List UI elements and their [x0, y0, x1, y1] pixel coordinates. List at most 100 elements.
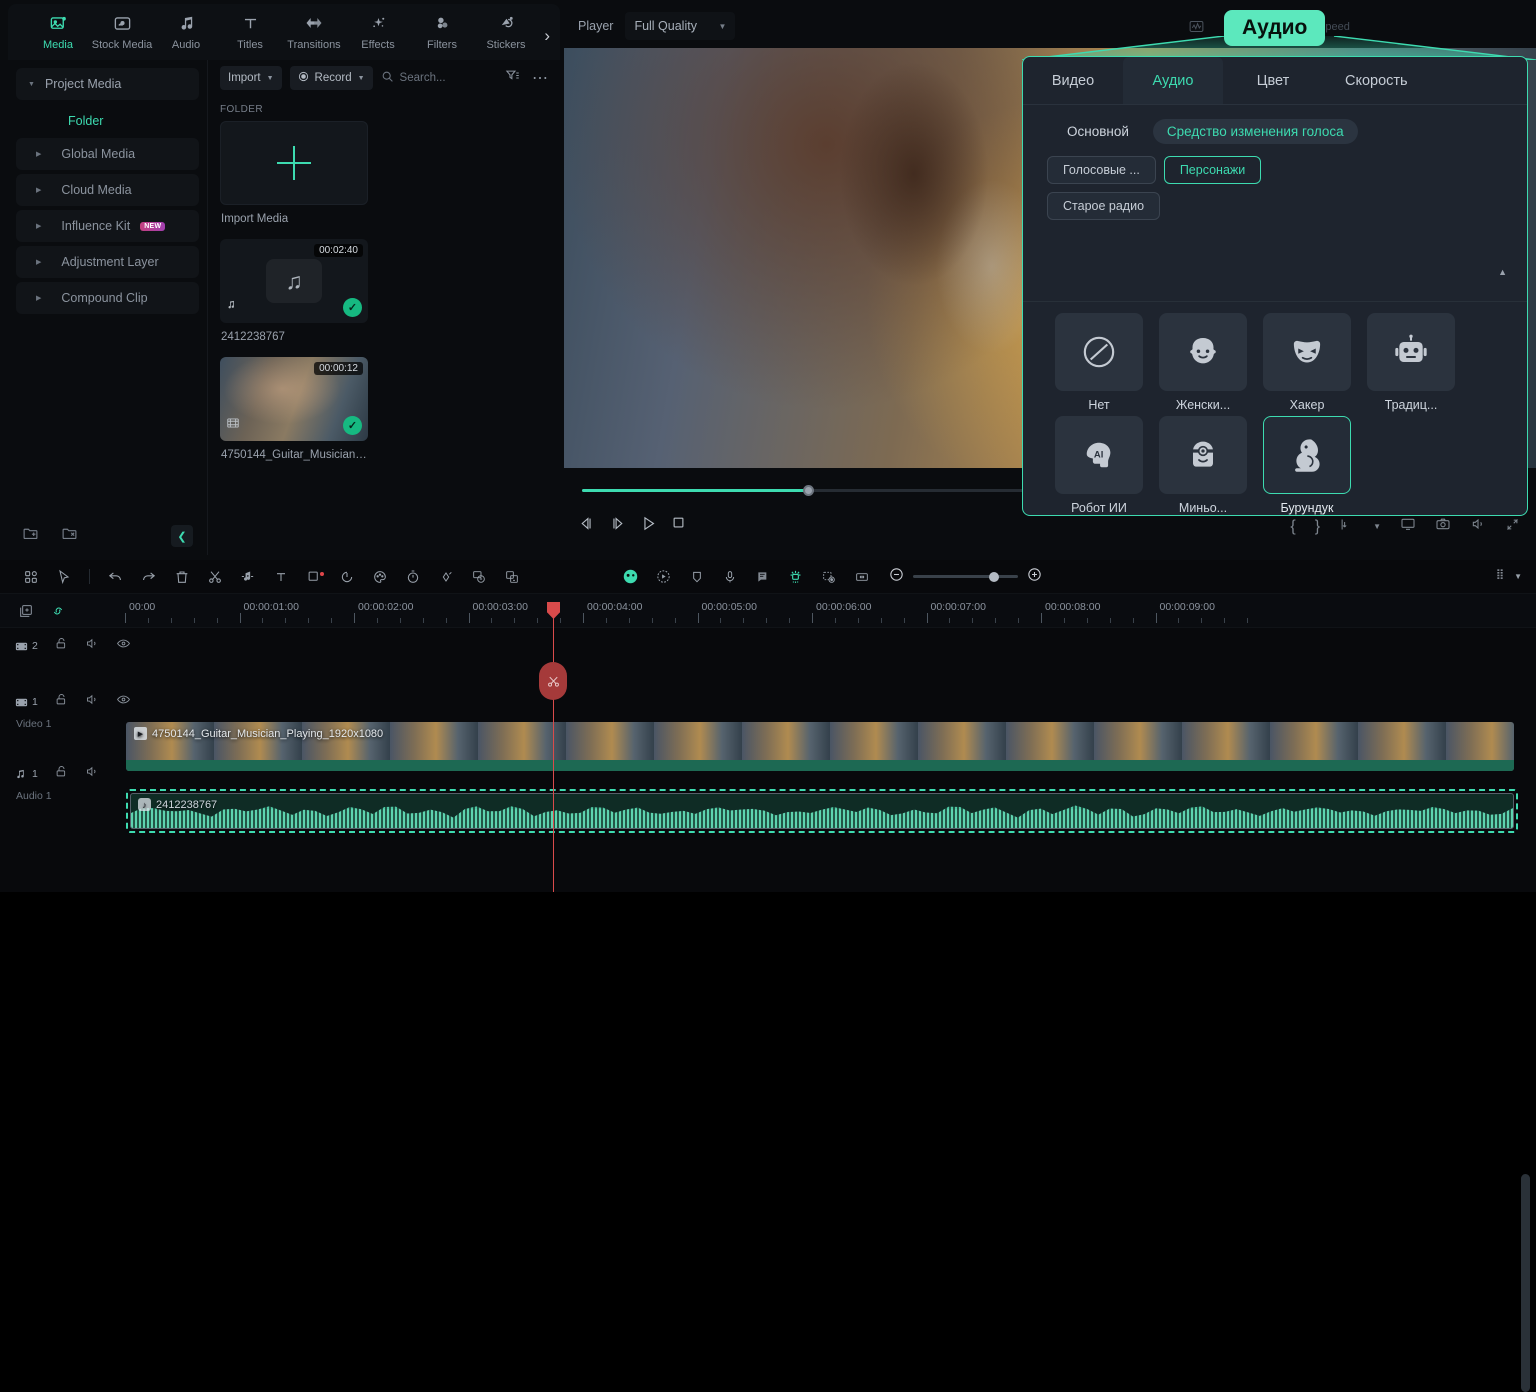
- character-minion[interactable]: Миньо...: [1151, 416, 1255, 515]
- previous-frame-icon[interactable]: [578, 515, 595, 537]
- quality-select[interactable]: Full Quality ▼: [625, 12, 735, 40]
- delete-folder-icon[interactable]: [61, 525, 78, 547]
- collapse-chevron-up-icon[interactable]: ▲: [1498, 267, 1507, 277]
- split-scissors-icon[interactable]: [198, 569, 231, 585]
- chip-old-radio[interactable]: Старое радио: [1047, 192, 1160, 220]
- sidebar-item-project-media[interactable]: ▼ Project Media: [16, 68, 199, 100]
- character-squirrel[interactable]: Бурундук: [1255, 416, 1359, 515]
- play-icon[interactable]: [640, 515, 657, 537]
- fullscreen-icon[interactable]: [1505, 517, 1520, 537]
- redo-icon[interactable]: [132, 568, 165, 585]
- motion-tracking-icon[interactable]: [647, 568, 680, 585]
- nav-item-media[interactable]: Media: [26, 4, 90, 51]
- auto-highlight-icon[interactable]: [779, 568, 812, 585]
- audio-detach-icon[interactable]: [231, 568, 264, 585]
- chevron-down-icon[interactable]: ▼: [1373, 522, 1381, 531]
- media-item-audio[interactable]: ♫ 00:02:40 ✓: [220, 239, 368, 323]
- render-preview-icon[interactable]: [1494, 566, 1510, 587]
- nav-item-filters[interactable]: Filters: [410, 4, 474, 51]
- add-marker-icon[interactable]: [18, 603, 34, 624]
- stop-icon[interactable]: [671, 515, 686, 537]
- search-input[interactable]: Search...: [381, 70, 446, 86]
- auto-caption-icon[interactable]: [462, 569, 495, 585]
- grid-view-icon[interactable]: [14, 569, 47, 585]
- nav-item-stickers[interactable]: Stickers: [474, 4, 538, 51]
- sidebar-item-cloud-media[interactable]: ▶ Cloud Media: [16, 174, 199, 206]
- timeline-ruler[interactable]: 00:0000:00:01:0000:00:02:0000:00:03:0000…: [0, 594, 1536, 628]
- transcript-icon[interactable]: [746, 569, 779, 585]
- next-frame-icon[interactable]: [609, 515, 626, 537]
- ai-tools-icon[interactable]: [614, 567, 647, 586]
- character-none[interactable]: Нет: [1047, 313, 1151, 412]
- fit-to-screen-icon[interactable]: [845, 569, 878, 585]
- nav-item-transitions[interactable]: Transitions: [282, 4, 346, 51]
- timeline-clip-video[interactable]: ▶ 4750144_Guitar_Musician_Playing_1920x1…: [126, 722, 1514, 771]
- character-female[interactable]: Женски...: [1151, 313, 1255, 412]
- filter-icon[interactable]: [505, 68, 520, 88]
- mark-in-icon[interactable]: {: [1290, 518, 1295, 536]
- chevron-down-icon[interactable]: ▼: [1514, 572, 1522, 581]
- more-options-icon[interactable]: ⋯: [532, 68, 548, 88]
- zoom-slider[interactable]: [913, 575, 1018, 578]
- record-button[interactable]: Record ▼: [290, 66, 373, 90]
- playhead-split-button[interactable]: [539, 662, 567, 700]
- zoom-out-icon[interactable]: [888, 566, 905, 588]
- color-palette-icon[interactable]: [363, 569, 396, 585]
- chip-characters[interactable]: Персонажи: [1164, 156, 1261, 184]
- visibility-eye-icon[interactable]: [116, 636, 131, 656]
- tab-color[interactable]: Цвет: [1223, 57, 1323, 104]
- seek-knob[interactable]: [803, 485, 814, 496]
- speed-ramp-icon[interactable]: [330, 569, 363, 585]
- media-item-video[interactable]: 00:00:12 ✓: [220, 357, 368, 441]
- subtab-basic[interactable]: Основной: [1053, 119, 1143, 144]
- select-tool-icon[interactable]: [47, 569, 80, 585]
- unlock-icon[interactable]: [54, 764, 69, 784]
- delete-icon[interactable]: [165, 569, 198, 585]
- unlock-icon[interactable]: [54, 692, 69, 712]
- tab-speed[interactable]: Скорость: [1323, 57, 1430, 104]
- green-screen-icon[interactable]: [812, 569, 845, 585]
- visibility-eye-icon[interactable]: [116, 692, 131, 712]
- display-settings-icon[interactable]: [1400, 516, 1416, 537]
- nav-item-titles[interactable]: Titles: [218, 4, 282, 51]
- sidebar-item-global-media[interactable]: ▶ Global Media: [16, 138, 199, 170]
- link-clips-icon[interactable]: [50, 603, 66, 624]
- mute-icon[interactable]: [85, 692, 100, 712]
- collapse-sidebar-button[interactable]: ❮: [171, 525, 193, 547]
- sidebar-item-compound-clip[interactable]: ▶ Compound Clip: [16, 282, 199, 314]
- tab-video[interactable]: Видео: [1023, 57, 1123, 104]
- chip-voices[interactable]: Голосовые ...: [1047, 156, 1156, 184]
- microphone-icon[interactable]: [713, 569, 746, 585]
- mask-shield-icon[interactable]: [680, 569, 713, 585]
- sidebar-item-folder[interactable]: Folder: [8, 108, 207, 134]
- character-traditional-robot[interactable]: Традиц...: [1359, 313, 1463, 412]
- zoom-slider-knob[interactable]: [989, 572, 999, 582]
- keyframe-icon[interactable]: [429, 569, 462, 585]
- snapshot-icon[interactable]: [1435, 516, 1451, 537]
- timeline-vertical-scrollbar[interactable]: [1521, 1174, 1530, 1392]
- nav-item-stock-media[interactable]: Stock Media: [90, 4, 154, 51]
- unlock-icon[interactable]: [54, 636, 69, 656]
- duration-timer-icon[interactable]: [396, 569, 429, 585]
- export-frame-icon[interactable]: [1339, 517, 1354, 537]
- mark-out-icon[interactable]: }: [1315, 518, 1320, 536]
- crop-icon[interactable]: [297, 569, 330, 584]
- import-button[interactable]: Import ▼: [220, 66, 282, 90]
- new-folder-icon[interactable]: [22, 525, 39, 547]
- undo-icon[interactable]: [99, 568, 132, 585]
- sticker-overlay-icon[interactable]: [495, 569, 528, 585]
- mute-icon[interactable]: [85, 764, 100, 784]
- add-text-icon[interactable]: [264, 569, 297, 585]
- timeline-clip-audio[interactable]: ♪ 2412238767: [130, 793, 1514, 829]
- sidebar-item-influence-kit[interactable]: ▶ Influence Kit NEW: [16, 210, 199, 242]
- nav-item-effects[interactable]: Effects: [346, 4, 410, 51]
- volume-icon[interactable]: [1470, 516, 1486, 537]
- chevron-right-icon[interactable]: ›: [544, 26, 550, 46]
- tab-audio[interactable]: Аудио: [1123, 57, 1223, 104]
- timeline-clip-audio-selection[interactable]: ♪ 2412238767: [126, 789, 1518, 833]
- nav-item-audio[interactable]: Audio: [154, 4, 218, 51]
- zoom-in-icon[interactable]: [1026, 566, 1043, 588]
- sidebar-item-adjustment-layer[interactable]: ▶ Adjustment Layer: [16, 246, 199, 278]
- character-hacker[interactable]: Хакер: [1255, 313, 1359, 412]
- import-media-tile[interactable]: [220, 121, 368, 205]
